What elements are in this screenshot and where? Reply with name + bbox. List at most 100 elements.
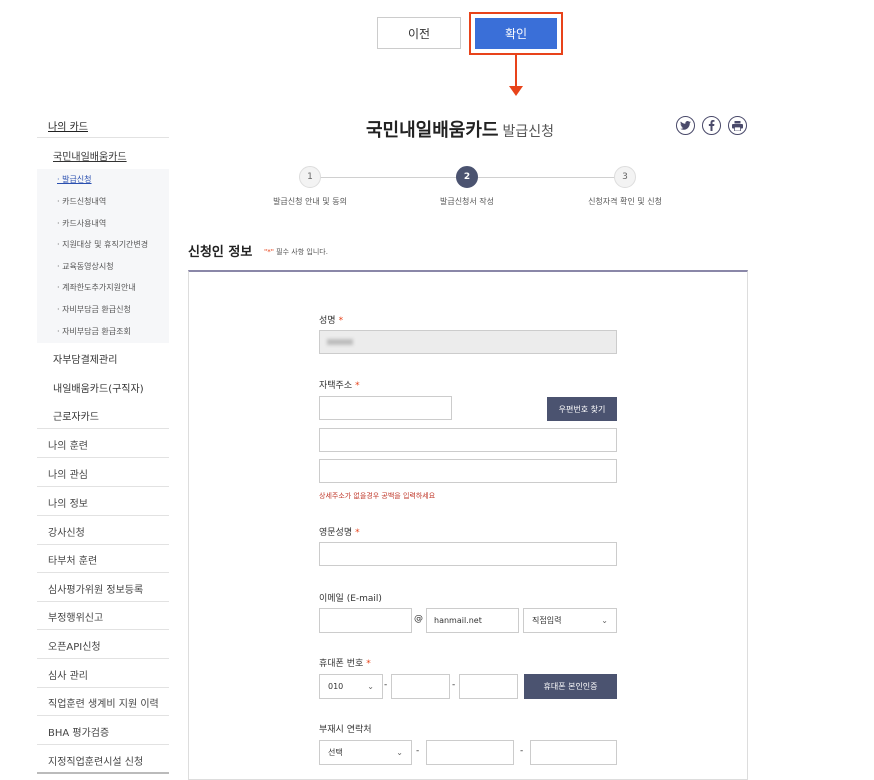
zipcode-input[interactable] [319,396,452,420]
divider [37,772,169,774]
divider [37,572,169,573]
step-label: 발급신청서 작성 [439,197,495,206]
sidebar-card-item[interactable]: 내일배움카드(구직자) [53,380,144,395]
confirm-button[interactable]: 확인 [475,18,557,49]
divider [37,137,169,138]
sidebar-subitem[interactable]: · 계좌한도추가지원안내 [57,282,136,293]
email-label: 이메일 (E-mail) [319,594,382,604]
phone-label: 휴대폰 번호 * [319,656,371,669]
phone-label-text: 휴대폰 번호 [319,659,364,669]
sidebar-item[interactable]: 오픈API신청 [48,638,101,653]
required-note: "*" 필수 사항 입니다. [264,247,328,257]
email-id-input[interactable] [319,608,412,633]
address-hint: 상세주소가 없을경우 공백을 입력하세요 [319,492,436,500]
sidebar-item[interactable]: BHA 평가검증 [48,724,109,739]
chevron-down-icon: ⌄ [601,616,608,625]
divider [37,658,169,659]
sidebar-title[interactable]: 나의 카드 [48,118,88,133]
email-select-value: 직접입력 [532,616,562,625]
required-mark: * [338,316,344,326]
zipcode-search-button[interactable]: 우편번호 찾기 [547,397,617,421]
sidebar-item[interactable]: 강사신청 [48,524,85,539]
required-note-text: 필수 사항 입니다. [273,248,328,256]
step-label: 신청자격 확인 및 신청 [588,197,662,206]
page-title-sub: 발급신청 [502,124,555,140]
sidebar-item[interactable]: 심사 관리 [48,667,88,682]
sidebar-subitem[interactable]: · 지원대상 및 휴직기간변경 [57,239,148,250]
chevron-down-icon: ⌄ [367,682,374,691]
email-at-sign: @ [414,614,423,624]
sidebar-subitem[interactable]: · 카드신청내역 [57,196,106,207]
sidebar-item[interactable]: 직업훈련 생계비 지원 이력 [48,695,159,710]
required-mark: * [366,659,371,669]
sidebar-item[interactable]: 부정행위신고 [48,609,103,624]
sidebar-subitem[interactable]: · 자비부담금 환급신청 [57,304,131,315]
divider [37,715,169,716]
sidebar-item[interactable]: 심사평가위원 정보등록 [48,581,143,596]
address-line2-input[interactable] [319,459,617,483]
address-line1-input[interactable] [319,428,617,452]
divider [37,457,169,458]
twitter-icon[interactable] [676,116,695,135]
divider [37,544,169,545]
phone-verify-button[interactable]: 휴대폰 본인인증 [524,674,617,699]
facebook-icon[interactable] [702,116,721,135]
step-circle-active: 2 [456,166,478,188]
divider [37,629,169,630]
divider [37,515,169,516]
dash: - [520,746,524,756]
divider [37,744,169,745]
required-note-star: "*" [264,248,274,256]
sidebar-item-card-menu[interactable]: 국민내일배움카드 [53,148,127,163]
confirm-button-highlight: 확인 [469,12,563,55]
name-label: 성명 * [319,313,343,326]
sidebar-item[interactable]: 타부처 훈련 [48,552,97,567]
sidebar-card-item[interactable]: 자부담결제관리 [53,351,117,366]
address-label: 자택주소 * [319,378,360,391]
sidebar-submenu-box: · 발급신청 · 카드신청내역 · 카드사용내역 · 지원대상 및 휴직기간변경… [37,169,169,343]
sidebar-subitem[interactable]: · 발급신청 [57,174,92,185]
prev-button[interactable]: 이전 [377,17,461,49]
dash: - [384,680,388,690]
divider [37,486,169,487]
step-circle: 3 [614,166,636,188]
section-title: 신청인 정보 [188,245,253,260]
phone-middle-input[interactable] [391,674,450,699]
step-circle: 1 [299,166,321,188]
dash: - [452,680,456,690]
sidebar-item[interactable]: 나의 정보 [48,495,88,510]
phone-prefix-value: 010 [328,682,344,691]
sidebar-item[interactable]: 나의 훈련 [48,437,88,452]
sidebar-subitem[interactable]: · 교육동영상시청 [57,261,114,272]
divider [37,601,169,602]
sidebar-subitem[interactable]: · 카드사용내역 [57,218,106,229]
alt-contact-last-input[interactable] [530,740,617,765]
phone-prefix-select[interactable]: 010 ⌄ [319,674,383,699]
name-field [319,330,617,354]
email-domain-input[interactable]: hanmail.net [426,608,519,633]
alt-select-value: 선택 [328,748,343,757]
eng-name-label-text: 영문성명 [319,528,353,538]
eng-name-input[interactable] [319,542,617,566]
phone-last-input[interactable] [459,674,518,699]
chevron-down-icon: ⌄ [396,748,403,757]
divider [37,687,169,688]
sidebar-card-item[interactable]: 근로자카드 [53,408,99,423]
alt-contact-middle-input[interactable] [426,740,514,765]
annotation-arrow-head [509,86,523,96]
required-mark: * [355,528,360,538]
name-label-text: 성명 [319,316,336,326]
email-domain-select[interactable]: 직접입력 ⌄ [523,608,617,633]
sidebar-item[interactable]: 지정직업훈련시설 신청 [48,753,143,768]
page-title-main: 국민내일배움카드 [366,120,499,141]
address-label-text: 자택주소 [319,381,353,391]
eng-name-label: 영문성명 * [319,525,360,538]
divider [37,428,169,429]
sidebar-subitem[interactable]: · 자비부담금 환급조회 [57,326,131,337]
print-icon[interactable] [728,116,747,135]
sidebar-item[interactable]: 나의 관심 [48,466,88,481]
dash: - [416,746,420,756]
alt-contact-prefix-select[interactable]: 선택 ⌄ [319,740,412,765]
step-label: 발급신청 안내 및 동의 [273,197,347,206]
annotation-arrow-line [515,55,517,88]
